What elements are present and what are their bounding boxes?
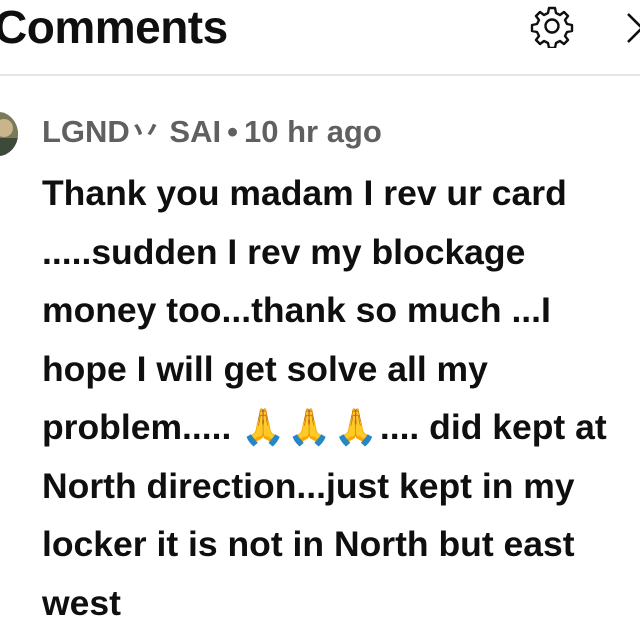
gear-icon[interactable] (530, 4, 574, 48)
praying-hands-emoji: 🙏🙏🙏 (241, 407, 380, 447)
meta-separator: • (227, 114, 238, 149)
comment-text: Thank you madam I rev ur card .....sudde… (42, 164, 638, 632)
comment-author[interactable]: LGND丷 SAI (42, 114, 221, 149)
page-title: Comments (0, 1, 228, 53)
comment-time: 10 hr ago (243, 114, 382, 149)
comment-meta: LGND丷 SAI • 10 hr ago (42, 112, 382, 152)
comments-header: Comments (0, 0, 640, 74)
chevron-right-icon[interactable] (620, 6, 640, 46)
header-divider (0, 74, 640, 76)
comment-text-part-1: Thank you madam I rev ur card .....sudde… (42, 173, 567, 447)
avatar[interactable] (0, 112, 18, 156)
